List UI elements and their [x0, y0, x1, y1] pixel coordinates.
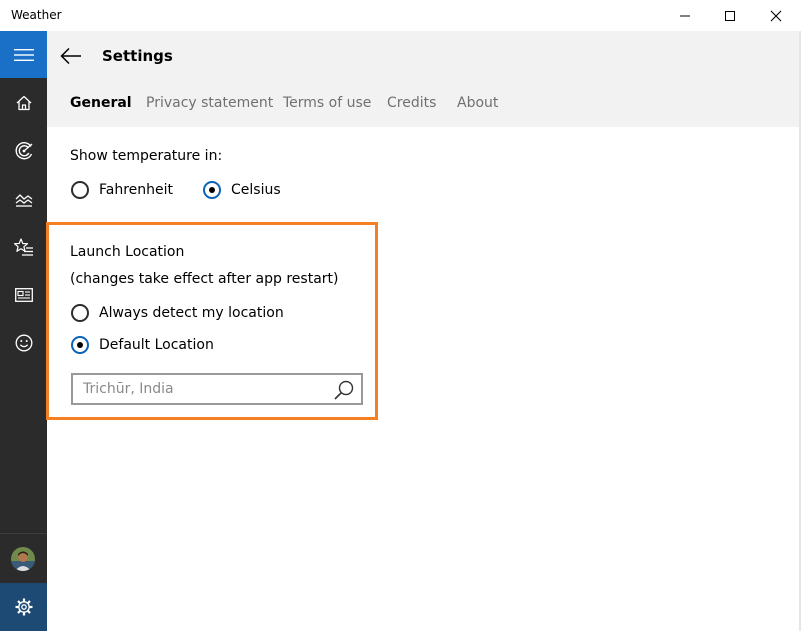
back-arrow-icon [60, 47, 81, 65]
temperature-label: Show temperature in: [70, 148, 223, 164]
hamburger-icon [13, 48, 34, 61]
sidebar [0, 31, 47, 631]
always-detect-radio[interactable] [71, 304, 89, 322]
sidebar-item-historical[interactable] [0, 176, 47, 222]
gear-icon [15, 598, 32, 616]
sidebar-item-news[interactable] [0, 272, 47, 318]
tab-about[interactable]: About [457, 95, 498, 111]
favorites-icon [13, 238, 33, 256]
hamburger-menu-button[interactable] [0, 31, 47, 78]
always-detect-label[interactable]: Always detect my location [99, 305, 284, 321]
default-location-label[interactable]: Default Location [99, 337, 214, 353]
historical-chart-icon [15, 194, 32, 207]
launch-location-title: Launch Location [70, 244, 185, 260]
celsius-radio[interactable] [203, 181, 221, 199]
tab-privacy-statement[interactable]: Privacy statement [146, 95, 273, 111]
close-button[interactable] [753, 0, 799, 31]
launch-location-note: (changes take effect after app restart) [70, 271, 339, 287]
default-location-radio[interactable] [71, 336, 89, 354]
back-button[interactable] [58, 43, 84, 69]
forecast-icon [15, 142, 32, 160]
sidebar-item-settings[interactable] [0, 583, 47, 631]
fahrenheit-radio[interactable] [71, 181, 89, 199]
tab-general[interactable]: General [70, 95, 132, 111]
close-icon [770, 10, 782, 21]
maximize-button[interactable] [707, 0, 753, 31]
location-search-box[interactable] [71, 373, 363, 405]
news-icon [14, 288, 33, 302]
sidebar-item-forecast[interactable] [0, 128, 47, 174]
sidebar-item-home[interactable] [0, 80, 47, 126]
minimize-icon [680, 15, 690, 16]
page-title: Settings [102, 47, 173, 65]
smiley-icon [15, 334, 32, 352]
tab-terms-of-use[interactable]: Terms of use [283, 95, 371, 111]
app-title: Weather [11, 8, 62, 22]
fahrenheit-label[interactable]: Fahrenheit [99, 182, 173, 198]
sidebar-item-feedback[interactable] [0, 320, 47, 366]
maximize-icon [725, 10, 735, 21]
celsius-label[interactable]: Celsius [231, 182, 281, 198]
home-icon [16, 95, 31, 111]
title-bar: Weather [0, 0, 801, 31]
location-search-input[interactable] [83, 375, 323, 403]
minimize-button[interactable] [662, 0, 708, 31]
sidebar-item-favorites[interactable] [0, 224, 47, 270]
avatar-image [11, 547, 35, 571]
avatar[interactable] [11, 547, 35, 571]
sidebar-divider [0, 533, 47, 534]
tab-credits[interactable]: Credits [387, 95, 436, 111]
search-icon[interactable] [333, 379, 355, 401]
settings-header: Settings General Privacy statement Terms… [47, 31, 799, 127]
